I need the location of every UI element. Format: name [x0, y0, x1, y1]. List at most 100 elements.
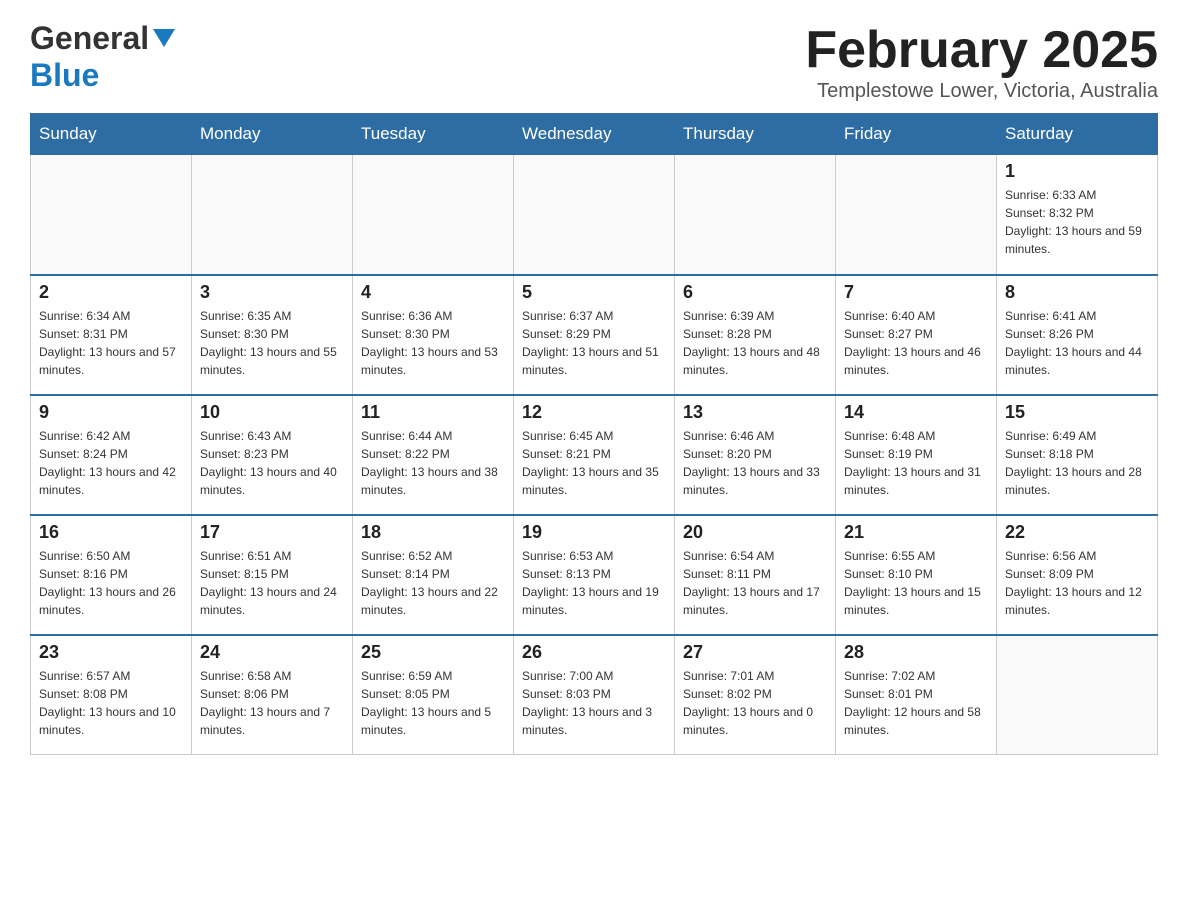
day-number: 24: [200, 642, 344, 663]
calendar-cell: 13Sunrise: 6:46 AM Sunset: 8:20 PM Dayli…: [675, 395, 836, 515]
day-info: Sunrise: 6:41 AM Sunset: 8:26 PM Dayligh…: [1005, 307, 1149, 379]
day-info: Sunrise: 6:54 AM Sunset: 8:11 PM Dayligh…: [683, 547, 827, 619]
calendar-cell: 14 Sunrise: 6:48 AM Sunset: 8:19 PM Dayli…: [836, 395, 997, 515]
calendar-week-row: 2Sunrise: 6:34 AM Sunset: 8:31 PM Daylig…: [31, 275, 1158, 395]
calendar-cell: [997, 635, 1158, 755]
calendar-header-cell: Monday: [192, 114, 353, 155]
day-number: 14: [844, 402, 988, 423]
calendar-cell: 4 Sunrise: 6:36 AM Sunset: 8:30 PM Daylig…: [353, 275, 514, 395]
day-number: 27: [683, 642, 827, 663]
day-number: 22: [1005, 522, 1149, 543]
calendar-cell: 18 Sunrise: 6:52 AM Sunset: 8:14 PM Dayli…: [353, 515, 514, 635]
day-number: 1: [1005, 161, 1149, 182]
day-info: Sunrise: 6:50 AM Sunset: 8:16 PM Dayligh…: [39, 547, 183, 619]
day-info: Sunrise: 6:59 AM Sunset: 8:05 PM Dayligh…: [361, 667, 505, 739]
page-title: February 2025: [805, 20, 1158, 80]
calendar-cell: [836, 155, 997, 275]
page-subtitle: Templestowe Lower, Victoria, Australia: [805, 80, 1158, 103]
calendar-cell: 28 Sunrise: 7:02 AM Sunset: 8:01 PM Dayli…: [836, 635, 997, 755]
calendar-cell: 23 Sunrise: 6:57 AM Sunset: 8:08 PM Dayli…: [31, 635, 192, 755]
title-block: February 2025 Templestowe Lower, Victori…: [805, 20, 1158, 103]
calendar-cell: 27 Sunrise: 7:01 AM Sunset: 8:02 PM Dayli…: [675, 635, 836, 755]
day-info: Sunrise: 6:53 AM Sunset: 8:13 PM Dayligh…: [522, 547, 666, 619]
calendar-cell: [31, 155, 192, 275]
calendar-cell: 10 Sunrise: 6:43 AM Sunset: 8:23 PM Dayli…: [192, 395, 353, 515]
day-number: 6: [683, 282, 827, 303]
calendar-header-row: SundayMondayTuesdayWednesdayThursdayFrid…: [31, 114, 1158, 155]
calendar-cell: [192, 155, 353, 275]
day-info: Sunrise: 6:34 AM Sunset: 8:31 PM Dayligh…: [39, 307, 183, 379]
day-info: Sunrise: 7:01 AM Sunset: 8:02 PM Dayligh…: [683, 667, 827, 739]
logo-blue-text: Blue: [30, 57, 99, 93]
calendar-cell: 3 Sunrise: 6:35 AM Sunset: 8:30 PM Daylig…: [192, 275, 353, 395]
day-number: 28: [844, 642, 988, 663]
day-number: 8: [1005, 282, 1149, 303]
calendar-header-cell: Wednesday: [514, 114, 675, 155]
day-number: 10: [200, 402, 344, 423]
calendar-table: SundayMondayTuesdayWednesdayThursdayFrid…: [30, 113, 1158, 755]
day-info: Sunrise: 6:45 AM Sunset: 8:21 PM Dayligh…: [522, 427, 666, 499]
day-info: Sunrise: 6:58 AM Sunset: 8:06 PM Dayligh…: [200, 667, 344, 739]
day-number: 15: [1005, 402, 1149, 423]
day-info: Sunrise: 6:36 AM Sunset: 8:30 PM Dayligh…: [361, 307, 505, 379]
calendar-body: 1 Sunrise: 6:33 AM Sunset: 8:32 PM Daylig…: [31, 155, 1158, 755]
day-number: 25: [361, 642, 505, 663]
page-header: General Blue February 2025 Templestowe L…: [30, 20, 1158, 103]
day-number: 21: [844, 522, 988, 543]
calendar-header-cell: Friday: [836, 114, 997, 155]
day-info: Sunrise: 6:48 AM Sunset: 8:19 PM Dayligh…: [844, 427, 988, 499]
day-info: Sunrise: 6:55 AM Sunset: 8:10 PM Dayligh…: [844, 547, 988, 619]
day-info: Sunrise: 6:43 AM Sunset: 8:23 PM Dayligh…: [200, 427, 344, 499]
day-info: Sunrise: 6:49 AM Sunset: 8:18 PM Dayligh…: [1005, 427, 1149, 499]
day-info: Sunrise: 7:00 AM Sunset: 8:03 PM Dayligh…: [522, 667, 666, 739]
day-info: Sunrise: 6:57 AM Sunset: 8:08 PM Dayligh…: [39, 667, 183, 739]
day-info: Sunrise: 6:35 AM Sunset: 8:30 PM Dayligh…: [200, 307, 344, 379]
calendar-header-cell: Saturday: [997, 114, 1158, 155]
calendar-week-row: 16 Sunrise: 6:50 AM Sunset: 8:16 PM Dayli…: [31, 515, 1158, 635]
calendar-cell: 7Sunrise: 6:40 AM Sunset: 8:27 PM Daylig…: [836, 275, 997, 395]
day-info: Sunrise: 6:37 AM Sunset: 8:29 PM Dayligh…: [522, 307, 666, 379]
calendar-cell: 25 Sunrise: 6:59 AM Sunset: 8:05 PM Dayli…: [353, 635, 514, 755]
calendar-cell: 12 Sunrise: 6:45 AM Sunset: 8:21 PM Dayli…: [514, 395, 675, 515]
day-info: Sunrise: 6:42 AM Sunset: 8:24 PM Dayligh…: [39, 427, 183, 499]
calendar-week-row: 1 Sunrise: 6:33 AM Sunset: 8:32 PM Daylig…: [31, 155, 1158, 275]
calendar-header-cell: Sunday: [31, 114, 192, 155]
calendar-cell: 8 Sunrise: 6:41 AM Sunset: 8:26 PM Daylig…: [997, 275, 1158, 395]
day-info: Sunrise: 6:56 AM Sunset: 8:09 PM Dayligh…: [1005, 547, 1149, 619]
logo: General Blue: [30, 20, 175, 94]
day-number: 11: [361, 402, 505, 423]
day-number: 3: [200, 282, 344, 303]
day-info: Sunrise: 6:46 AM Sunset: 8:20 PM Dayligh…: [683, 427, 827, 499]
calendar-cell: 26Sunrise: 7:00 AM Sunset: 8:03 PM Dayli…: [514, 635, 675, 755]
day-number: 18: [361, 522, 505, 543]
day-info: Sunrise: 6:44 AM Sunset: 8:22 PM Dayligh…: [361, 427, 505, 499]
calendar-cell: 6 Sunrise: 6:39 AM Sunset: 8:28 PM Daylig…: [675, 275, 836, 395]
day-number: 7: [844, 282, 988, 303]
day-info: Sunrise: 6:39 AM Sunset: 8:28 PM Dayligh…: [683, 307, 827, 379]
calendar-cell: 22 Sunrise: 6:56 AM Sunset: 8:09 PM Dayli…: [997, 515, 1158, 635]
day-number: 19: [522, 522, 666, 543]
calendar-cell: 17 Sunrise: 6:51 AM Sunset: 8:15 PM Dayli…: [192, 515, 353, 635]
logo-general-text: General: [30, 20, 149, 57]
calendar-cell: 21 Sunrise: 6:55 AM Sunset: 8:10 PM Dayli…: [836, 515, 997, 635]
day-number: 9: [39, 402, 183, 423]
day-number: 23: [39, 642, 183, 663]
calendar-cell: 20Sunrise: 6:54 AM Sunset: 8:11 PM Dayli…: [675, 515, 836, 635]
day-number: 4: [361, 282, 505, 303]
calendar-cell: 9 Sunrise: 6:42 AM Sunset: 8:24 PM Daylig…: [31, 395, 192, 515]
day-info: Sunrise: 6:52 AM Sunset: 8:14 PM Dayligh…: [361, 547, 505, 619]
calendar-header: SundayMondayTuesdayWednesdayThursdayFrid…: [31, 114, 1158, 155]
day-number: 16: [39, 522, 183, 543]
calendar-cell: 5 Sunrise: 6:37 AM Sunset: 8:29 PM Daylig…: [514, 275, 675, 395]
calendar-cell: 11 Sunrise: 6:44 AM Sunset: 8:22 PM Dayli…: [353, 395, 514, 515]
day-info: Sunrise: 7:02 AM Sunset: 8:01 PM Dayligh…: [844, 667, 988, 739]
day-info: Sunrise: 6:33 AM Sunset: 8:32 PM Dayligh…: [1005, 186, 1149, 258]
day-info: Sunrise: 6:51 AM Sunset: 8:15 PM Dayligh…: [200, 547, 344, 619]
calendar-header-cell: Thursday: [675, 114, 836, 155]
day-number: 5: [522, 282, 666, 303]
calendar-cell: 1 Sunrise: 6:33 AM Sunset: 8:32 PM Daylig…: [997, 155, 1158, 275]
calendar-cell: 19 Sunrise: 6:53 AM Sunset: 8:13 PM Dayli…: [514, 515, 675, 635]
day-number: 12: [522, 402, 666, 423]
calendar-cell: 24 Sunrise: 6:58 AM Sunset: 8:06 PM Dayli…: [192, 635, 353, 755]
day-number: 17: [200, 522, 344, 543]
